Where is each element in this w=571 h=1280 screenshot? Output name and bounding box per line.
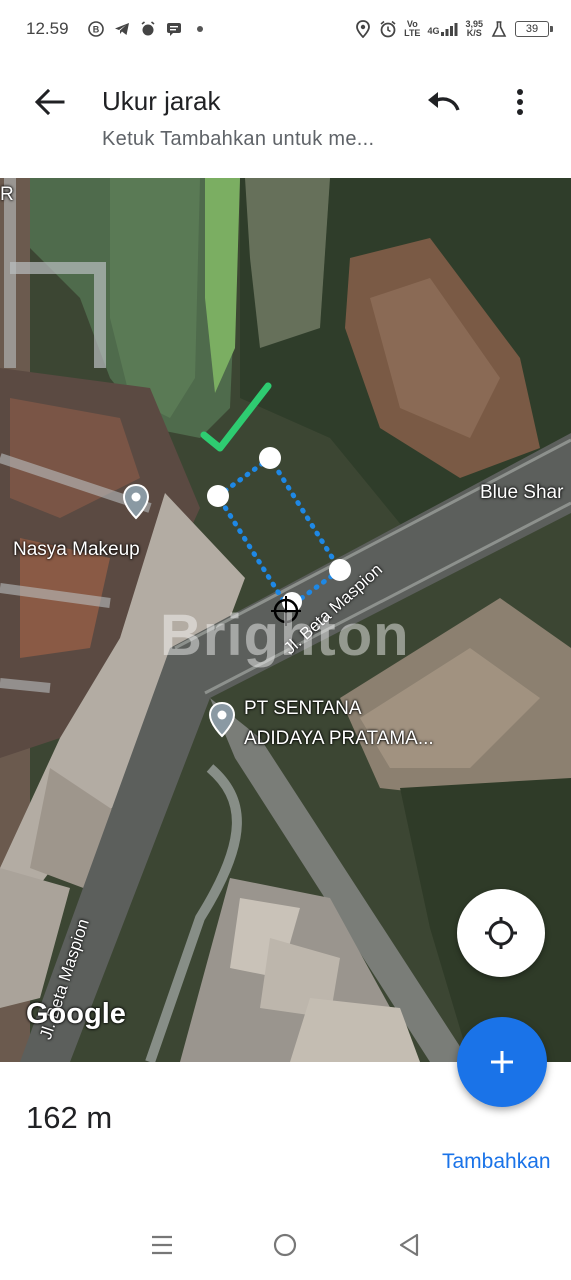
undo-icon [428, 92, 460, 111]
message-icon [165, 20, 183, 38]
place-label-nasya[interactable]: Nasya Makeup [13, 539, 140, 561]
back-triangle-icon [400, 1233, 419, 1257]
location-icon [354, 20, 372, 38]
volte-indicator: Vo LTE [404, 20, 420, 38]
more-notifications-dot-icon [191, 20, 209, 38]
watermark: Brighton [160, 603, 410, 668]
recent-apps-button[interactable] [142, 1225, 182, 1265]
measure-point[interactable] [329, 559, 351, 581]
checkmark-annotation-icon [200, 382, 272, 452]
back-nav-button[interactable] [389, 1225, 429, 1265]
plus-icon [491, 1051, 513, 1073]
status-left: 12.59 B [26, 19, 209, 39]
system-nav-bar [0, 1210, 571, 1280]
satellite-map[interactable]: R Blue Shar Nasya Makeup PT SENTANA ADID… [0, 178, 571, 1062]
status-time: 12.59 [26, 19, 69, 38]
status-right: Vo LTE 4G 3,95 K/S 39 [354, 20, 553, 38]
page-title: Ukur jarak [102, 86, 221, 116]
more-options-button[interactable] [506, 84, 534, 120]
app-bar: Ukur jarak Ketuk Tambahkan untuk me... [0, 58, 571, 178]
alarm-clock-icon [379, 20, 397, 38]
place-label-sentana-line1[interactable]: PT SENTANA [244, 698, 362, 720]
back-button[interactable] [30, 84, 70, 120]
arrow-back-icon [35, 89, 65, 115]
alarm-icon [139, 20, 157, 38]
flask-icon [490, 20, 508, 38]
road-label-blue-shar: Blue Shar [480, 482, 564, 503]
b-notification-icon: B [87, 20, 105, 38]
google-logo: Google [26, 998, 126, 1030]
add-point-button[interactable] [457, 1017, 547, 1107]
signal-bars-icon [441, 23, 458, 36]
network-type-label: 4G [427, 26, 440, 36]
undo-button[interactable] [424, 86, 464, 118]
home-button[interactable] [265, 1225, 305, 1265]
network-speed-indicator: 3,95 K/S [465, 20, 483, 38]
place-pin-icon[interactable] [208, 702, 236, 738]
home-circle-icon [274, 1233, 297, 1257]
page-subtitle: Ketuk Tambahkan untuk me... [102, 128, 375, 150]
place-label-sentana-line2[interactable]: ADIDAYA PRATAMA... [244, 728, 434, 750]
network-type-indicator: 4G [427, 22, 458, 36]
my-location-button[interactable] [457, 889, 545, 977]
network-speed-unit: K/S [466, 28, 482, 38]
volte-bottom-label: LTE [404, 28, 421, 38]
place-pin-icon[interactable] [122, 484, 150, 520]
measure-point[interactable] [259, 447, 281, 469]
measure-point[interactable] [207, 485, 229, 507]
telegram-icon [113, 20, 131, 38]
more-vert-icon [517, 89, 523, 115]
svg-text:B: B [92, 25, 99, 35]
status-bar: 12.59 B Vo LTE 4G 3,95 K/S 39 [0, 0, 571, 58]
my-location-icon [485, 917, 517, 949]
add-point-link[interactable]: Tambahkan [442, 1150, 551, 1174]
battery-indicator: 39 [515, 21, 553, 37]
measured-distance: 162 m [26, 1100, 113, 1135]
recent-apps-icon [151, 1235, 172, 1255]
road-label-edge: R [0, 184, 14, 205]
